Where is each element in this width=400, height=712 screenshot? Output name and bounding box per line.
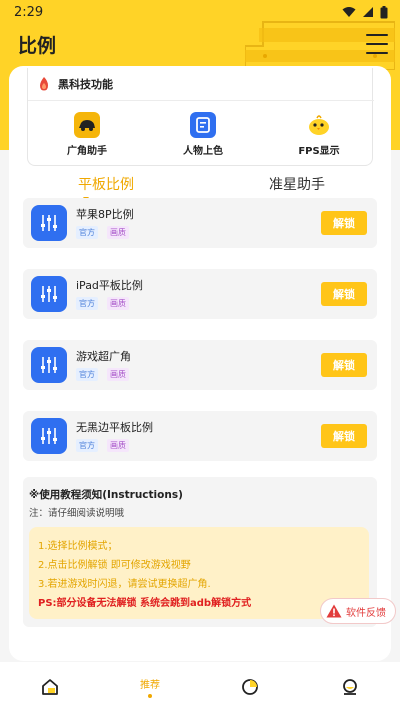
sliders-icon — [31, 347, 67, 383]
feedback-label: 软件反馈 — [346, 607, 386, 619]
official-tag: 官方 — [76, 368, 98, 381]
unlock-button[interactable]: 解锁 — [321, 282, 367, 306]
sliders-icon — [31, 418, 67, 454]
pie-chart-icon — [242, 679, 258, 695]
official-tag: 官方 — [76, 226, 98, 239]
feature-fps-display[interactable]: FPS显示 — [274, 112, 364, 157]
unlock-button[interactable]: 解锁 — [321, 211, 367, 235]
list-item: 无黑边平板比例 官方 画质 解锁 — [23, 411, 377, 461]
divider — [28, 100, 374, 101]
feature-wide-angle[interactable]: 广角助手 — [42, 112, 132, 157]
official-tag: 官方 — [76, 439, 98, 452]
unlock-button[interactable]: 解锁 — [321, 353, 367, 377]
instructions-title: ※使用教程须知(Instructions) — [29, 489, 183, 501]
bottom-nav: 推荐 — [0, 662, 400, 712]
profile-icon — [343, 679, 357, 695]
feature-panel: 黑科技功能 广角助手 人物上色 FPS显示 — [27, 68, 374, 166]
instruction-step: 1.选择比例模式； — [38, 541, 118, 552]
official-tag: 官方 — [76, 297, 98, 310]
tab-tablet-ratio[interactable]: 平板比例 — [78, 174, 134, 194]
quality-tag: 画质 — [107, 368, 129, 381]
list-item: 游戏超广角 官方 画质 解锁 — [23, 340, 377, 390]
quality-tag: 画质 — [107, 297, 129, 310]
item-title: 苹果8P比例 — [76, 208, 134, 221]
warning-icon — [326, 604, 342, 618]
home-icon — [42, 679, 58, 695]
document-icon — [190, 112, 216, 138]
nav-recommend[interactable]: 推荐 — [100, 662, 200, 712]
nav-profile[interactable] — [300, 662, 400, 712]
main-card: 黑科技功能 广角助手 人物上色 FPS显示 平板比例 准星助手 苹果8P比例 官… — [9, 66, 391, 661]
nav-stats[interactable] — [200, 662, 300, 712]
chick-icon — [306, 112, 332, 138]
item-title: iPad平板比例 — [76, 279, 143, 292]
feature-label: 广角助手 — [67, 146, 107, 157]
list-item: 苹果8P比例 官方 画质 解锁 — [23, 198, 377, 248]
instructions-list: 1.选择比例模式； 2.点击比例解锁 即可修改游戏视野 3.若进游戏时闪退，请尝… — [29, 527, 369, 619]
quality-tag: 画质 — [107, 439, 129, 452]
nav-home[interactable] — [0, 662, 100, 712]
instructions-note: 注：请仔细阅读说明哦 — [29, 508, 125, 519]
status-icons — [342, 5, 388, 19]
signal-icon — [363, 7, 373, 17]
menu-icon[interactable] — [366, 34, 388, 54]
item-title: 无黑边平板比例 — [76, 421, 153, 434]
tab-crosshair-helper[interactable]: 准星助手 — [269, 174, 325, 194]
page-title: 比例 — [18, 34, 57, 57]
feedback-button[interactable]: 软件反馈 — [320, 598, 396, 624]
status-time: 2:29 — [14, 4, 44, 20]
instruction-step: 3.若进游戏时闪退，请尝试更换超广角. — [38, 579, 211, 590]
battery-icon — [380, 5, 388, 18]
fire-icon — [40, 77, 48, 91]
feature-character-color[interactable]: 人物上色 — [158, 112, 248, 157]
feature-label: 人物上色 — [183, 146, 223, 157]
feature-heading: 黑科技功能 — [58, 78, 113, 91]
unlock-button[interactable]: 解锁 — [321, 424, 367, 448]
sliders-icon — [31, 276, 67, 312]
instruction-step: 2.点击比例解锁 即可修改游戏视野 — [38, 560, 191, 571]
car-icon — [74, 112, 100, 138]
quality-tag: 画质 — [107, 226, 129, 239]
feature-label: FPS显示 — [298, 146, 340, 157]
nav-active-dot — [148, 694, 152, 698]
nav-recommend-label: 推荐 — [140, 680, 160, 691]
list-item: iPad平板比例 官方 画质 解锁 — [23, 269, 377, 319]
wifi-icon — [342, 7, 356, 17]
feature-header: 黑科技功能 — [38, 76, 113, 92]
item-title: 游戏超广角 — [76, 350, 131, 363]
app-header: 比例 — [0, 26, 400, 62]
sliders-icon — [31, 205, 67, 241]
